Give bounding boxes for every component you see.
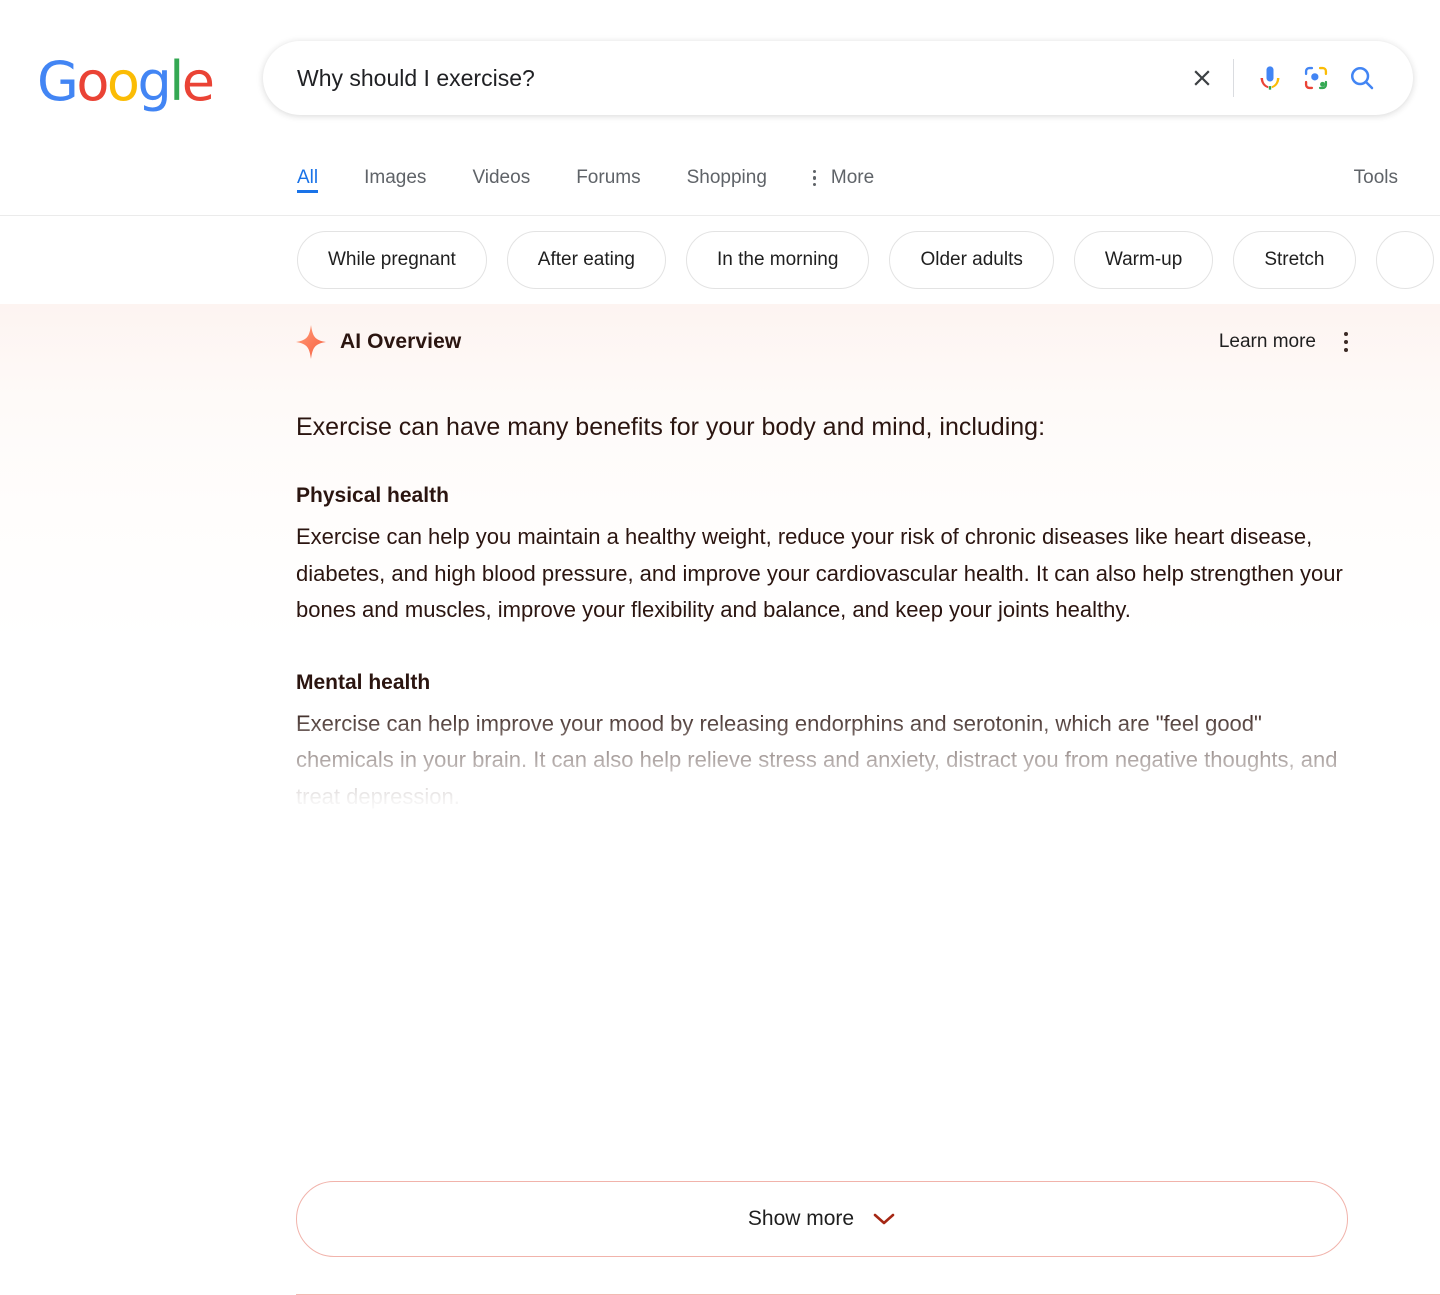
ai-overview-title: AI Overview [340, 330, 462, 353]
section-body-physical-health: Exercise can help you maintain a healthy… [296, 524, 1343, 622]
ai-overview-intro: Exercise can have many benefits for your… [296, 413, 1046, 441]
chip-older-adults[interactable]: Older adults [889, 231, 1054, 289]
logo-letter-o1: o [76, 50, 109, 113]
google-logo[interactable]: Google [37, 50, 215, 113]
ai-overview-options-button[interactable] [1344, 332, 1348, 352]
chevron-down-icon [873, 1213, 895, 1225]
show-more-button[interactable]: Show more [296, 1181, 1348, 1257]
logo-letter-e: e [181, 50, 215, 113]
search-actions-divider [1233, 59, 1234, 97]
close-icon [1194, 70, 1210, 86]
logo-letter-o2: o [106, 50, 140, 113]
ai-overview-header-actions: Learn more [1219, 331, 1348, 353]
page-header: Google [0, 0, 1440, 145]
logo-letter-g2: g [137, 50, 171, 113]
search-input[interactable] [297, 64, 1179, 92]
tab-videos[interactable]: Videos [472, 145, 530, 192]
ai-overview-section-mental: Mental health Exercise can help improve … [296, 671, 1360, 816]
section-heading-physical-health: Physical health [296, 484, 449, 507]
ai-overview-header: AI Overview Learn more [296, 318, 1348, 366]
section-body-mental-health: Exercise can help improve your mood by r… [296, 710, 1338, 809]
chip-overflow-partial[interactable] [1375, 231, 1434, 289]
google-lens-button[interactable] [1293, 55, 1339, 101]
chip-stretch[interactable]: Stretch [1233, 231, 1356, 289]
search-box[interactable] [263, 41, 1413, 115]
tab-images[interactable]: Images [364, 145, 426, 192]
search-nav: All Images Videos Forums Shopping More T… [0, 145, 1440, 216]
tab-forums[interactable]: Forums [576, 145, 640, 192]
related-filter-chips: While pregnant After eating In the morni… [0, 216, 1440, 304]
chip-warm-up[interactable]: Warm-up [1073, 231, 1214, 289]
ai-overview-content: AI Overview Learn more Exercise can have… [0, 318, 1440, 815]
ai-overview-section-physical: Physical health Exercise can help you ma… [296, 484, 1360, 629]
chip-after-eating[interactable]: After eating [506, 231, 666, 289]
section-heading-mental-health: Mental health [296, 670, 431, 694]
logo-letter-l: l [169, 50, 184, 113]
learn-more-link[interactable]: Learn more [1219, 331, 1316, 353]
google-lens-icon [1304, 66, 1328, 90]
show-more-container: Show more [296, 1181, 1348, 1257]
dots-vertical-icon [812, 169, 817, 187]
chevron-wrap [872, 1211, 896, 1227]
search-actions [1179, 55, 1385, 101]
chip-while-pregnant[interactable]: While pregnant [297, 231, 487, 289]
logo-letter-g1: G [37, 50, 79, 113]
voice-search-button[interactable] [1247, 55, 1293, 101]
search-submit-button[interactable] [1339, 55, 1385, 101]
nav-tabs: All Images Videos Forums Shopping More [297, 145, 874, 215]
show-more-label: Show more [747, 1207, 855, 1230]
search-icon [1351, 66, 1374, 90]
ai-overview-panel: AI Overview Learn more Exercise can have… [0, 304, 1440, 1295]
tab-all[interactable]: All [297, 145, 319, 193]
more-filters-button[interactable]: More [812, 145, 875, 189]
chip-in-the-morning[interactable]: In the morning [685, 231, 870, 289]
clear-search-button[interactable] [1179, 55, 1225, 101]
more-label: More [830, 167, 875, 188]
sparkle-icon [296, 325, 326, 359]
tools-button[interactable]: Tools [1354, 167, 1398, 189]
tab-shopping[interactable]: Shopping [687, 145, 767, 192]
microphone-icon [1260, 66, 1280, 90]
